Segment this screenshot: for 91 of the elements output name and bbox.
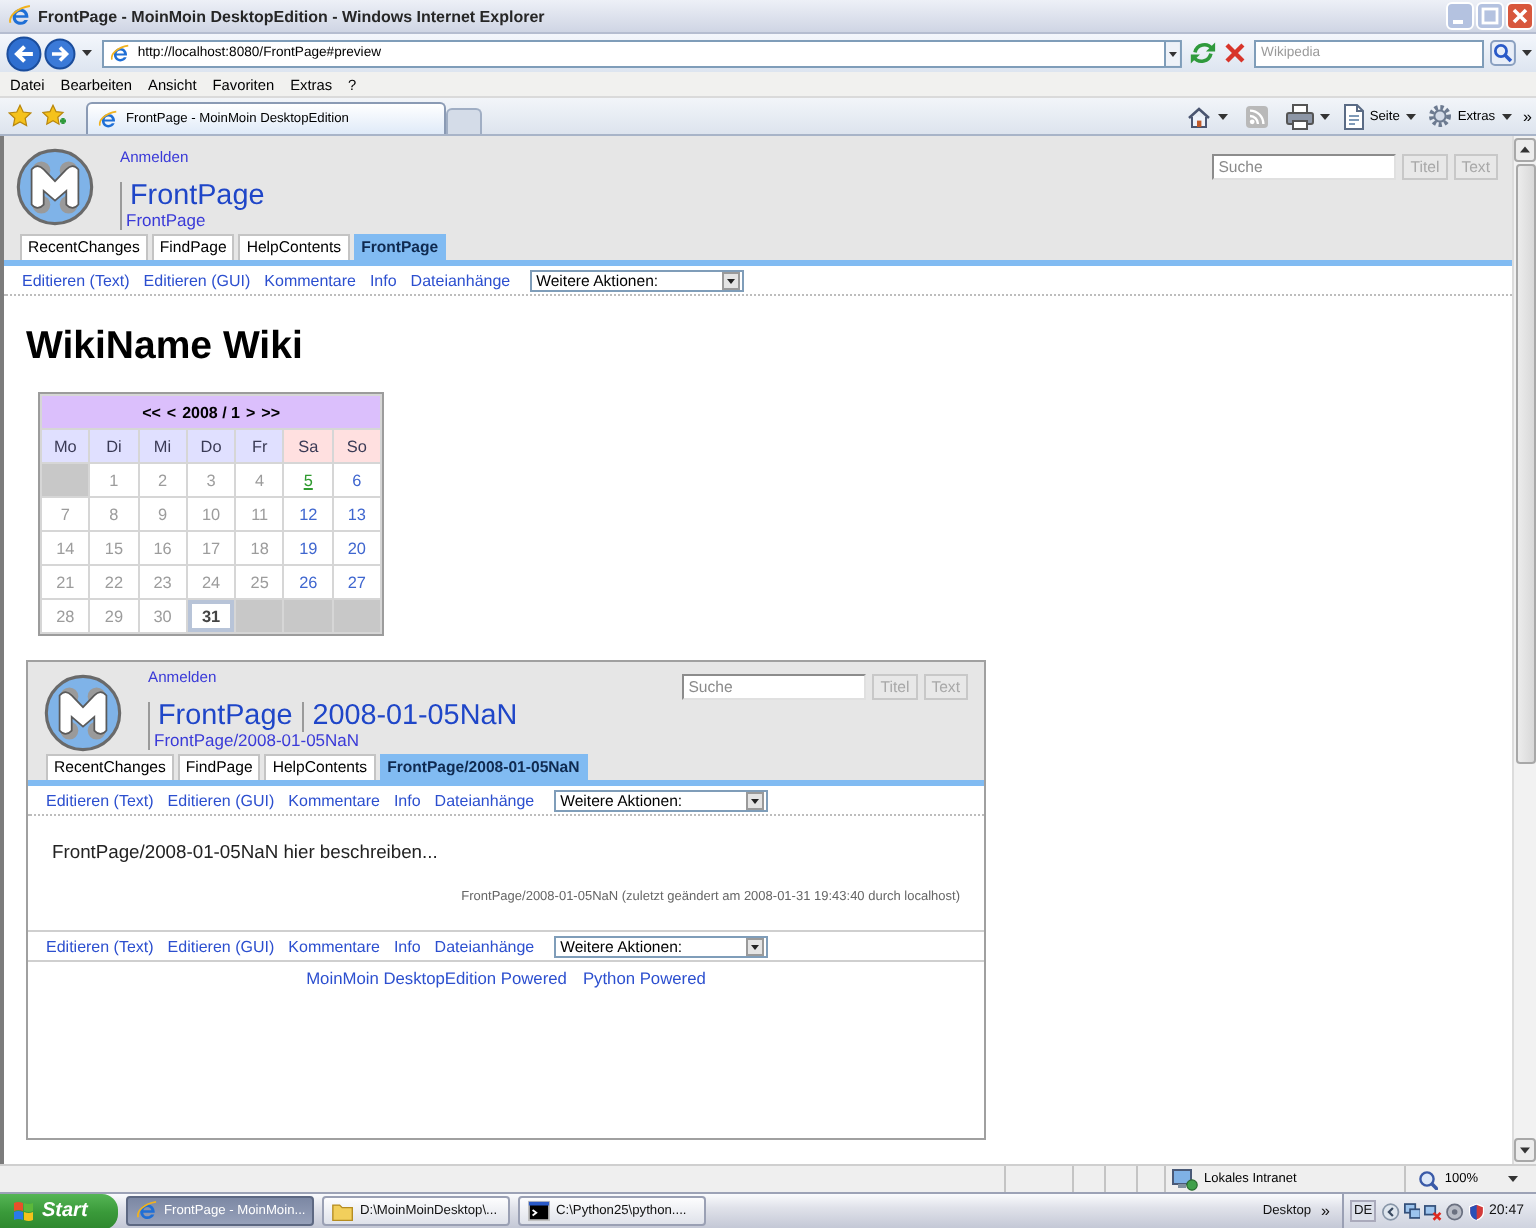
weekday-header: So <box>333 430 381 462</box>
action-link[interactable]: Editieren (Text) <box>22 271 130 289</box>
caret-icon <box>722 271 741 289</box>
calendar-day[interactable]: 5 <box>284 464 332 496</box>
next-month-link[interactable]: > <box>246 403 256 421</box>
footer-link[interactable]: MoinMoin DesktopEdition Powered <box>306 968 567 990</box>
ie-logo-icon <box>136 1200 158 1222</box>
caret-icon[interactable] <box>1319 113 1330 119</box>
prev-year-link[interactable]: << <box>142 403 161 421</box>
arrow-circle-icon[interactable] <box>1382 1201 1400 1221</box>
star-icon[interactable] <box>8 104 32 128</box>
ie-logo-icon <box>98 109 118 129</box>
close-icon[interactable] <box>1506 2 1534 30</box>
caret-icon <box>746 791 765 809</box>
calendar-day[interactable]: 6 <box>333 464 381 496</box>
shield-icon[interactable] <box>1467 1201 1485 1221</box>
window-title: FrontPage - MoinMoin DesktopEdition - Windows Internet Explorer <box>38 7 545 25</box>
search-icon[interactable] <box>1490 40 1517 66</box>
logo-icon[interactable] <box>16 148 94 226</box>
scrollbar-thumb[interactable] <box>1515 164 1535 764</box>
back-icon[interactable] <box>6 35 42 71</box>
month-label: 2008 / 1 <box>182 403 240 421</box>
overflow-button[interactable]: » <box>1321 1202 1330 1220</box>
breadcrumb-link[interactable]: FrontPage <box>126 212 265 230</box>
page-title[interactable]: 2008-01-05NaN <box>302 702 518 732</box>
cross-icon[interactable] <box>1223 42 1246 64</box>
calendar-day[interactable]: 27 <box>333 566 381 598</box>
monitors-icon[interactable] <box>1403 1202 1421 1220</box>
caret-icon[interactable] <box>1405 113 1416 119</box>
folder-icon <box>332 1200 354 1222</box>
next-year-link[interactable]: >> <box>261 403 281 421</box>
windows-flag-icon <box>12 1200 36 1222</box>
action-link[interactable]: Kommentare <box>288 791 380 809</box>
dropdown-icon[interactable] <box>1163 39 1182 67</box>
scroll-up-icon[interactable] <box>1514 138 1536 162</box>
calendar-day[interactable]: 19 <box>284 532 332 564</box>
printer-icon[interactable] <box>1285 103 1314 129</box>
gear-icon <box>1427 104 1452 128</box>
action-link[interactable]: Info <box>393 791 421 809</box>
action-link[interactable]: Dateianhänge <box>434 937 535 955</box>
footer-link[interactable]: Python Powered <box>582 968 706 990</box>
home-icon[interactable] <box>1185 104 1212 128</box>
action-link[interactable]: Kommentare <box>264 271 356 289</box>
page-title[interactable]: FrontPage <box>126 182 265 212</box>
caret-icon <box>746 937 765 955</box>
weekday-header: Sa <box>284 430 332 462</box>
logo-icon[interactable] <box>44 674 122 752</box>
monitor-cross-icon[interactable] <box>1424 1201 1443 1221</box>
action-link[interactable]: Info <box>393 937 421 955</box>
calendar-day[interactable]: 13 <box>333 498 381 530</box>
computer-globe-icon <box>1172 1167 1198 1191</box>
action-link[interactable]: Dateianhänge <box>434 791 535 809</box>
calendar-day[interactable]: 31 <box>187 600 235 632</box>
action-link[interactable]: Editieren (GUI) <box>167 937 275 955</box>
start-button[interactable]: Start <box>0 1193 118 1228</box>
weekday-header: Di <box>90 430 138 462</box>
overflow-button[interactable]: » <box>1523 107 1532 125</box>
action-link[interactable]: Kommentare <box>288 937 380 955</box>
page-icon <box>1341 103 1364 129</box>
action-link[interactable]: Editieren (GUI) <box>167 791 275 809</box>
caret-icon[interactable] <box>81 50 92 56</box>
body-text: FrontPage/2008-01-05NaN hier beschreiben... <box>52 838 438 866</box>
disc-icon[interactable] <box>1446 1201 1464 1221</box>
caret-icon[interactable] <box>1522 50 1533 56</box>
magnifier-icon <box>1418 1169 1439 1189</box>
calendar-day[interactable]: 20 <box>333 532 381 564</box>
caret-icon[interactable] <box>1501 113 1512 119</box>
weekday-header: Fr <box>236 430 283 462</box>
page-title[interactable]: FrontPage <box>154 702 293 732</box>
console-icon <box>528 1200 550 1222</box>
weekday-header: Mi <box>139 430 186 462</box>
calendar-day[interactable]: 26 <box>284 566 332 598</box>
action-link[interactable]: Dateianhänge <box>410 271 511 289</box>
action-link[interactable]: Info <box>369 271 397 289</box>
weekday-header: Do <box>187 430 235 462</box>
caret-icon[interactable] <box>1508 1176 1518 1182</box>
prev-month-link[interactable]: < <box>166 403 177 421</box>
star-plus-icon[interactable] <box>42 104 66 128</box>
forward-icon[interactable] <box>43 37 76 69</box>
action-link[interactable]: Editieren (GUI) <box>143 271 251 289</box>
page-heading: WikiName Wiki <box>26 322 303 370</box>
scroll-down-icon[interactable] <box>1514 1138 1536 1162</box>
action-link[interactable]: Editieren (Text) <box>46 937 154 955</box>
breadcrumb-link[interactable]: FrontPage/2008-01-05NaN <box>154 732 518 750</box>
action-link[interactable]: Editieren (Text) <box>46 791 154 809</box>
ie-logo-icon <box>8 4 32 28</box>
scrollbar[interactable] <box>1512 136 1536 1164</box>
weekday-header: Mo <box>42 430 89 462</box>
calendar-day[interactable]: 12 <box>284 498 332 530</box>
caret-icon[interactable] <box>1217 113 1228 119</box>
ie-logo-icon <box>109 43 130 63</box>
